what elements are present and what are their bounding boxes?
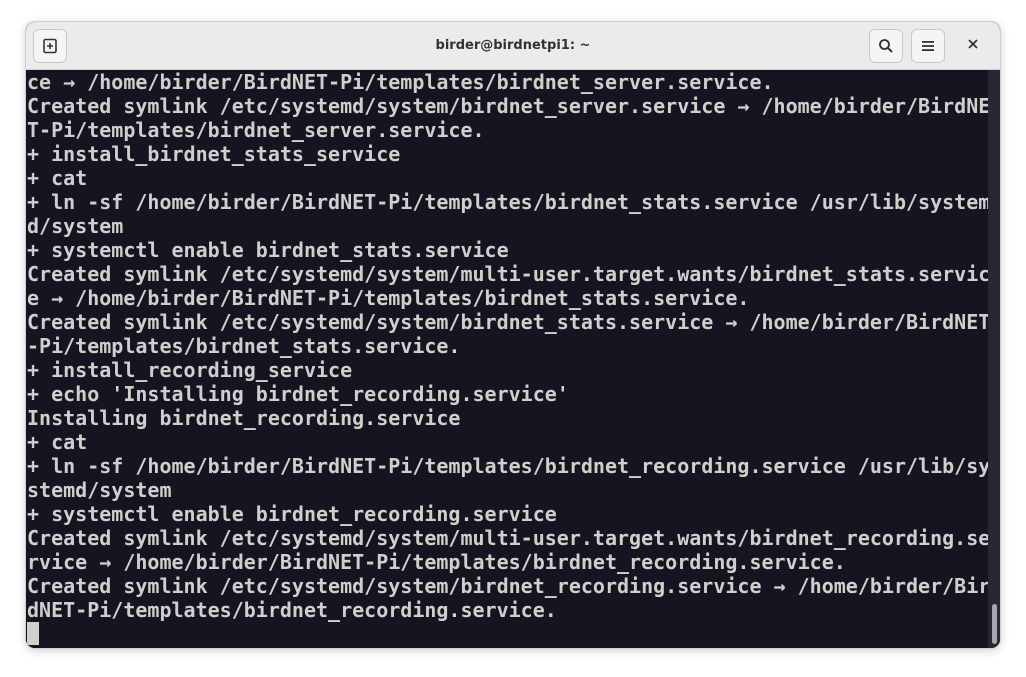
search-button[interactable] bbox=[869, 29, 903, 63]
terminal-line: + systemctl enable birdnet_recording.ser… bbox=[27, 502, 557, 526]
terminal-line: + install_birdnet_stats_service bbox=[27, 142, 401, 166]
terminal-line: -Pi/templates/birdnet_stats.service. bbox=[27, 334, 461, 358]
terminal-line: stemd/system bbox=[27, 478, 172, 502]
terminal-line: + echo 'Installing birdnet_recording.ser… bbox=[27, 382, 569, 406]
search-icon bbox=[878, 38, 894, 54]
terminal-line: Created symlink /etc/systemd/system/bird… bbox=[27, 94, 991, 118]
terminal-line: Installing birdnet_recording.service bbox=[27, 406, 461, 430]
terminal-line: Created symlink /etc/systemd/system/mult… bbox=[27, 526, 991, 550]
new-tab-icon bbox=[42, 38, 58, 54]
terminal-window: birder@birdnetpi1: ~ ce → /home/birder/B… bbox=[26, 22, 1000, 648]
title-bar: birder@birdnetpi1: ~ bbox=[26, 22, 1000, 70]
terminal-line: rvice → /home/birder/BirdNET-Pi/template… bbox=[27, 550, 846, 574]
terminal-line: + cat bbox=[27, 430, 88, 454]
terminal-line: + install_recording_service bbox=[27, 358, 353, 382]
terminal-line: Created symlink /etc/systemd/system/bird… bbox=[27, 310, 991, 334]
terminal-line: T-Pi/templates/birdnet_server.service. bbox=[27, 118, 485, 142]
terminal-line: + cat bbox=[27, 166, 88, 190]
terminal-line: Created symlink /etc/systemd/system/bird… bbox=[27, 574, 991, 598]
window-title: birder@birdnetpi1: ~ bbox=[435, 38, 591, 53]
terminal-line: + ln -sf /home/birder/BirdNET-Pi/templat… bbox=[27, 454, 991, 478]
hamburger-menu-icon bbox=[921, 39, 935, 53]
main-menu-button[interactable] bbox=[911, 29, 945, 63]
terminal-line: Created symlink /etc/systemd/system/mult… bbox=[27, 262, 991, 286]
terminal-line: e → /home/birder/BirdNET-Pi/templates/bi… bbox=[27, 286, 750, 310]
vertical-scrollbar[interactable] bbox=[988, 70, 1000, 648]
terminal-output-area[interactable]: ce → /home/birder/BirdNET-Pi/templates/b… bbox=[26, 70, 1000, 648]
terminal-line: ce → /home/birder/BirdNET-Pi/templates/b… bbox=[27, 70, 774, 94]
terminal-line: + systemctl enable birdnet_stats.service bbox=[27, 238, 509, 262]
close-button[interactable] bbox=[961, 34, 985, 58]
terminal-output: ce → /home/birder/BirdNET-Pi/templates/b… bbox=[27, 70, 990, 622]
terminal-line: dNET-Pi/templates/birdnet_recording.serv… bbox=[27, 598, 557, 622]
terminal-line: d/system bbox=[27, 214, 124, 238]
terminal-cursor bbox=[27, 622, 39, 645]
scrollbar-thumb[interactable] bbox=[992, 604, 997, 644]
terminal-line: + ln -sf /home/birder/BirdNET-Pi/templat… bbox=[27, 190, 991, 214]
new-tab-button[interactable] bbox=[33, 29, 67, 63]
close-icon bbox=[967, 37, 979, 55]
